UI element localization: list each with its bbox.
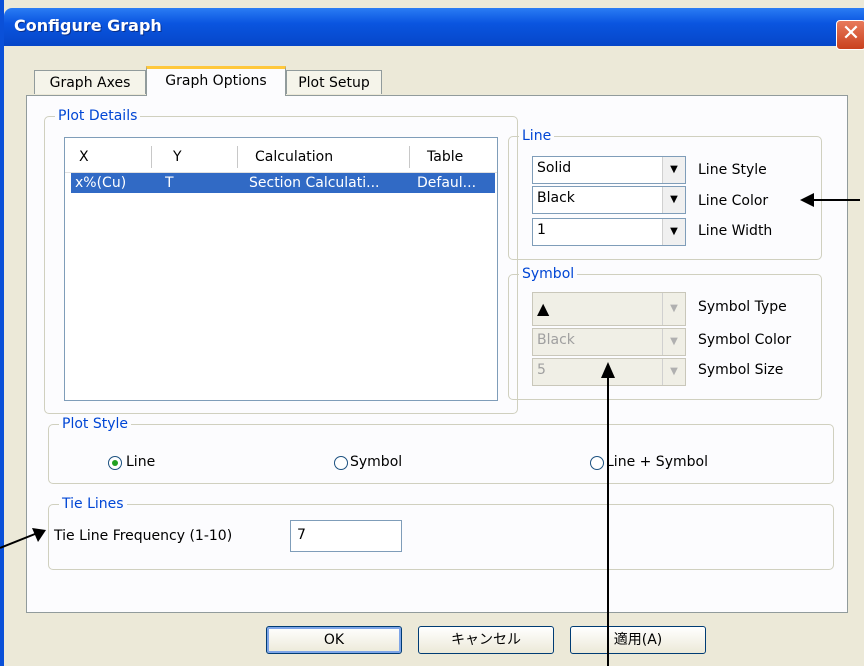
- plot-style-symbol-label[interactable]: Symbol: [350, 454, 402, 470]
- line-color-value: Black: [537, 190, 575, 206]
- plot-style-line-symbol-radio[interactable]: [590, 456, 604, 470]
- column-header-calculation[interactable]: Calculation: [255, 138, 333, 172]
- symbol-size-label: Symbol Size: [698, 362, 784, 378]
- line-style-select[interactable]: Solid ▼: [532, 156, 686, 184]
- close-button[interactable]: ✕: [836, 20, 864, 50]
- line-style-value: Solid: [537, 160, 572, 176]
- title-bar: Configure Graph ✕: [4, 8, 864, 50]
- chevron-down-icon[interactable]: ▼: [662, 187, 685, 213]
- column-header-x[interactable]: X: [79, 138, 89, 172]
- column-divider[interactable]: [151, 146, 152, 168]
- symbol-size-select[interactable]: 5 ▼: [532, 358, 686, 386]
- chevron-down-icon[interactable]: ▼: [662, 359, 685, 385]
- plot-details-list[interactable]: X Y Calculation Table x%(Cu) T Section C…: [64, 137, 498, 401]
- plot-style-group: Plot Style: [48, 415, 834, 484]
- tie-lines-legend: Tie Lines: [59, 495, 127, 513]
- symbol-color-select[interactable]: Black ▼: [532, 328, 686, 356]
- tab-label: Graph Axes: [49, 75, 131, 91]
- column-header-y[interactable]: Y: [173, 138, 182, 172]
- plot-details-legend: Plot Details: [55, 107, 141, 125]
- column-divider[interactable]: [237, 146, 238, 168]
- column-header-table[interactable]: Table: [427, 138, 463, 172]
- line-width-value: 1: [537, 222, 546, 238]
- ok-button[interactable]: OK: [266, 626, 402, 654]
- tie-line-frequency-input[interactable]: 7: [290, 520, 402, 552]
- symbol-color-label: Symbol Color: [698, 332, 792, 348]
- plot-style-legend: Plot Style: [59, 415, 132, 433]
- tab-label: Graph Options: [165, 73, 267, 89]
- tab-label: Plot Setup: [298, 75, 370, 91]
- symbol-size-value: 5: [537, 362, 546, 378]
- cell-x: x%(Cu): [75, 175, 127, 191]
- tie-line-frequency-value: 7: [297, 527, 306, 543]
- symbol-type-label: Symbol Type: [698, 299, 787, 315]
- plot-style-line-radio[interactable]: [108, 456, 122, 470]
- table-row[interactable]: x%(Cu) T Section Calculati... Defaul...: [71, 173, 495, 193]
- plot-style-line-label[interactable]: Line: [126, 454, 155, 470]
- line-width-select[interactable]: 1 ▼: [532, 218, 686, 246]
- tie-line-frequency-label: Tie Line Frequency (1-10): [54, 528, 233, 544]
- line-style-label: Line Style: [698, 162, 767, 178]
- window-title: Configure Graph: [14, 16, 162, 35]
- cell-calculation: Section Calculati...: [249, 175, 380, 191]
- plot-style-symbol-radio[interactable]: [334, 456, 348, 470]
- chevron-down-icon[interactable]: ▼: [662, 329, 685, 355]
- line-color-select[interactable]: Black ▼: [532, 186, 686, 214]
- triangle-icon: ▲: [537, 299, 550, 318]
- chevron-down-icon[interactable]: ▼: [662, 293, 685, 325]
- tab-graph-axes[interactable]: Graph Axes: [34, 70, 146, 94]
- apply-button[interactable]: 適用(A): [570, 626, 706, 654]
- tab-graph-options[interactable]: Graph Options: [146, 66, 286, 96]
- symbol-legend: Symbol: [519, 265, 578, 283]
- symbol-color-value: Black: [537, 332, 575, 348]
- cell-y: T: [165, 175, 174, 191]
- list-header: X Y Calculation Table: [65, 138, 497, 173]
- cancel-button[interactable]: キャンセル: [418, 626, 554, 654]
- line-color-label: Line Color: [698, 193, 769, 209]
- plot-style-line-symbol-label[interactable]: Line + Symbol: [606, 454, 708, 470]
- chevron-down-icon[interactable]: ▼: [662, 219, 685, 245]
- line-width-label: Line Width: [698, 223, 773, 239]
- symbol-type-select[interactable]: ▲ ▼: [532, 292, 686, 326]
- close-icon: ✕: [841, 21, 861, 46]
- column-divider[interactable]: [409, 146, 410, 168]
- tab-plot-setup[interactable]: Plot Setup: [286, 70, 382, 94]
- chevron-down-icon[interactable]: ▼: [662, 157, 685, 183]
- line-legend: Line: [519, 127, 555, 145]
- cell-table: Defaul...: [417, 175, 477, 191]
